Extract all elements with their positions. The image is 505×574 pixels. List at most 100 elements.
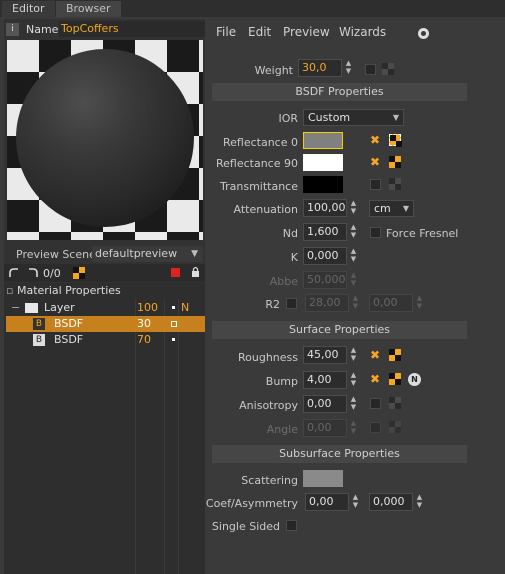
bsdf-icon: B [33,318,45,330]
name-label: Name [26,23,59,36]
ior-label: IOR [278,112,298,125]
bump-map-icon[interactable] [389,373,401,385]
force-fresnel-label: Force Fresnel [386,227,459,240]
coef-input[interactable]: 0,00 [305,493,349,511]
attenuation-stepper[interactable]: ▲ ▼ [349,199,358,217]
k-input[interactable]: 0,000 [303,247,347,265]
anisotropy-checkbox[interactable] [370,398,381,409]
menu-edit[interactable]: Edit [248,25,271,39]
bsdf-properties-header[interactable]: BSDF Properties [212,83,467,101]
r2-input-1[interactable]: 28,00 [305,294,349,312]
angle-stepper[interactable]: ▲ ▼ [349,419,358,437]
transmittance-map-icon[interactable] [389,178,401,190]
roughness-stepper[interactable]: ▲ ▼ [349,346,358,364]
texture-map-icon[interactable] [73,267,85,279]
weight-checkbox[interactable] [365,64,376,75]
chevron-down-icon: ▼ [392,113,399,122]
angle-input[interactable]: 0,00 [303,419,347,437]
roughness-input[interactable]: 45,00 [303,346,347,364]
reflectance90-swatch[interactable] [303,154,343,171]
bump-clear-icon[interactable]: ✖ [370,372,380,386]
angle-checkbox[interactable] [370,422,381,433]
reflectance0-map-icon[interactable] [389,134,402,147]
subsurface-properties-header[interactable]: Subsurface Properties [212,445,467,463]
collapse-icon[interactable]: − [11,300,20,316]
weight-stepper[interactable]: ▲ ▼ [344,59,353,77]
asymmetry-input[interactable]: 0,000 [369,493,413,511]
roughness-map-icon[interactable] [389,349,401,361]
menu-preview[interactable]: Preview [283,25,330,39]
reflectance90-clear-icon[interactable]: ✖ [370,155,380,169]
nd-input[interactable]: 1,600 [303,223,347,241]
nd-stepper[interactable]: ▲ ▼ [349,223,358,241]
bsdf-icon: B [33,334,45,346]
r2-checkbox[interactable] [286,298,297,309]
coef-asymmetry-label: Coef/Asymmetry [205,497,298,510]
attenuation-input[interactable]: 100,00 [303,199,347,217]
normal-map-icon[interactable]: N [408,373,421,386]
attenuation-unit-select[interactable]: cm ▼ [369,200,414,217]
tab-browser[interactable]: Browser [56,1,121,17]
tree-row-label: BSDF [54,333,84,346]
bump-input[interactable]: 4,00 [303,371,347,389]
r2-input-2[interactable]: 0,00 [369,294,413,312]
undo-icon[interactable] [8,267,20,279]
anisotropy-map-icon[interactable] [389,397,401,409]
anisotropy-input[interactable]: 0,00 [303,395,347,413]
abbe-input[interactable]: 50,000 [303,271,347,289]
visibility-dot-icon[interactable] [172,338,175,341]
tree-row-value: 70 [137,333,151,346]
scattering-label: Scattering [241,474,298,487]
reflectance0-swatch[interactable] [303,132,343,149]
menu-file[interactable]: File [216,25,236,39]
collapse-icon[interactable]: ▫ [6,284,13,297]
info-icon: i [6,23,19,36]
name-field[interactable]: TopCoffers [59,21,205,37]
weight-map-icon[interactable] [382,63,394,75]
coef-stepper[interactable]: ▲ ▼ [351,493,360,511]
abbe-stepper[interactable]: ▲ ▼ [349,271,358,289]
force-fresnel-checkbox[interactable] [370,227,381,238]
settings-icon[interactable] [417,27,430,40]
chevron-down-icon: ▼ [402,204,409,213]
tree-row-bsdf[interactable]: B BSDF 70 [6,332,205,348]
k-stepper[interactable]: ▲ ▼ [349,247,358,265]
tree-row-bsdf-selected[interactable]: B BSDF 30 [6,316,205,332]
tab-editor[interactable]: Editor [2,1,55,17]
attenuation-unit-value: cm [374,202,391,215]
surface-properties-header[interactable]: Surface Properties [212,321,467,339]
ior-select[interactable]: Custom ▼ [303,109,404,126]
menu-wizards[interactable]: Wizards [339,25,386,39]
k-label: K [290,251,298,264]
single-sided-label: Single Sided [211,520,280,533]
transmittance-checkbox[interactable] [370,179,381,190]
tree-row-value: 30 [137,317,151,330]
reflectance90-label: Reflectance 90 [216,157,298,170]
scattering-swatch[interactable] [303,470,343,487]
abbe-label: Abbe [269,275,298,288]
tree-header-label: Material Properties [17,284,121,297]
anisotropy-stepper[interactable]: ▲ ▼ [349,395,358,413]
bump-stepper[interactable]: ▲ ▼ [349,371,358,389]
bump-label: Bump [265,375,298,388]
tree-row-label: BSDF [54,317,84,330]
weight-input[interactable]: 30,0 [298,59,342,77]
roughness-label: Roughness [237,351,298,364]
ior-value: Custom [308,111,351,124]
redo-icon[interactable] [27,267,39,279]
asymmetry-stepper[interactable]: ▲ ▼ [415,493,424,511]
reflectance0-clear-icon[interactable]: ✖ [370,133,380,147]
angle-map-icon[interactable] [389,421,401,433]
single-sided-checkbox[interactable] [286,520,297,531]
reflectance90-map-icon[interactable] [389,156,401,168]
r2-label: R2 [265,298,280,311]
folder-icon [25,303,38,313]
attenuation-label: Attenuation [233,203,298,216]
transmittance-swatch[interactable] [303,176,343,193]
r2-stepper-2[interactable]: ▲ ▼ [415,294,424,312]
transmittance-label: Transmittance [220,180,298,193]
r2-stepper-1[interactable]: ▲ ▼ [351,294,360,312]
roughness-clear-icon[interactable]: ✖ [370,348,380,362]
reflectance0-label: Reflectance 0 [223,136,298,149]
visibility-dot-icon[interactable] [171,321,177,327]
